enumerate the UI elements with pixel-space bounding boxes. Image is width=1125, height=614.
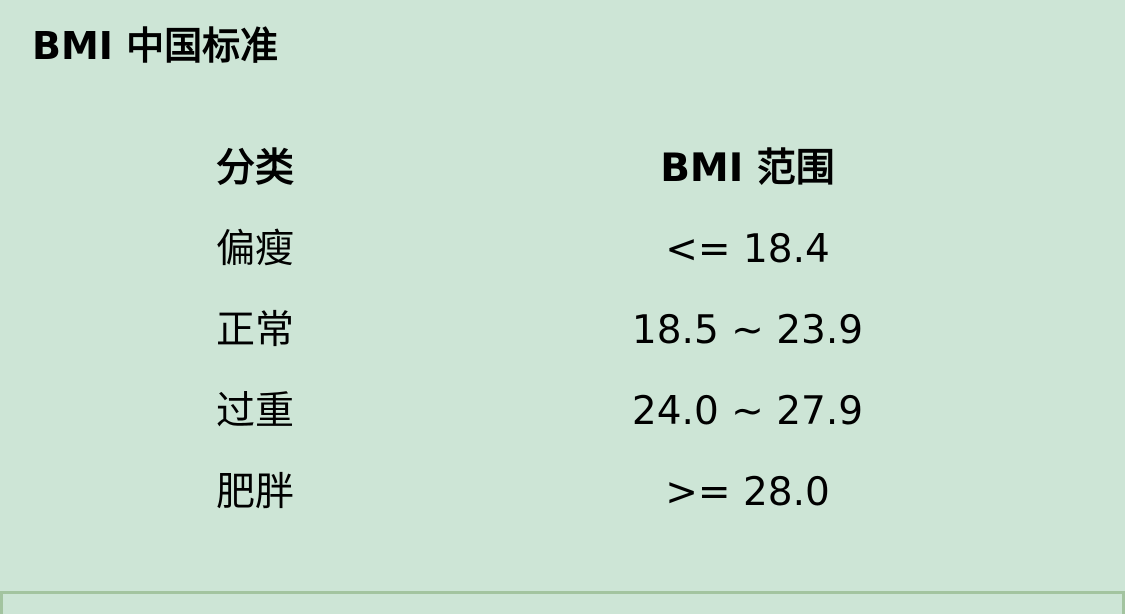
table-row: 过重 24.0 ~ 27.9	[0, 371, 985, 452]
page-title: BMI 中国标准	[32, 24, 279, 68]
header-category: 分类	[215, 146, 294, 191]
table-row: 肥胖 >= 28.0	[0, 452, 985, 533]
range-cell: <= 18.4	[665, 227, 830, 272]
table-header-row: 分类 BMI 范围	[0, 128, 985, 209]
table-row: 正常 18.5 ~ 23.9	[0, 290, 985, 371]
category-cell: 肥胖	[215, 470, 294, 515]
range-cell: 18.5 ~ 23.9	[631, 308, 864, 353]
range-cell: >= 28.0	[665, 470, 830, 515]
table-row: 偏瘦 <= 18.4	[0, 209, 985, 290]
bmi-table: 分类 BMI 范围 偏瘦 <= 18.4 正常 18.5 ~ 23.9 过重 2…	[0, 128, 985, 533]
category-cell: 过重	[215, 389, 294, 434]
category-cell: 正常	[215, 308, 294, 353]
category-cell: 偏瘦	[215, 227, 294, 272]
next-section-box	[0, 591, 1125, 614]
range-cell: 24.0 ~ 27.9	[631, 389, 864, 434]
header-bmi-range: BMI 范围	[660, 146, 835, 191]
